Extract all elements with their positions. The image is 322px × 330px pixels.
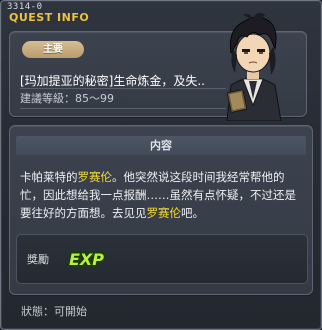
npc-portrait-icon: [226, 12, 282, 121]
description-text: 吧。: [181, 206, 204, 220]
npc-name-highlight: 罗赛伦: [77, 170, 113, 184]
svg-text:EXP: EXP: [69, 250, 104, 269]
npc-name-highlight: 罗赛伦: [146, 206, 182, 220]
level-requirement: 建議等級：85～99: [20, 92, 114, 105]
exp-icon[interactable]: EXP EXP: [67, 243, 107, 273]
description-text: 卡帕莱特的: [20, 170, 78, 184]
window-title: QUEST INFO: [9, 11, 90, 24]
divider: [20, 108, 226, 109]
quest-content-panel: 内容 卡帕莱特的罗赛伦。他突然说这段时间我经常帮他的忙，因此想给我一点报酬……虽…: [9, 125, 313, 295]
quest-name: [玛加提亚的秘密]生命炼金，及失..: [20, 74, 205, 88]
quest-category-badge: 主要: [22, 41, 84, 58]
reward-label: 獎勵: [27, 253, 49, 266]
content-header: 内容: [16, 136, 306, 155]
quest-info-window: 3314-0 QUEST INFO 主要 [玛加提亚的秘密]生命炼金，及失.. …: [0, 0, 322, 330]
quest-status: 狀態：可開始: [21, 305, 87, 318]
reward-box: 獎勵 EXP EXP: [16, 234, 308, 284]
quest-description: 卡帕莱特的罗赛伦。他突然说这段时间我经常帮他的忙，因此想给我一点报酬……虽然有点…: [20, 168, 306, 222]
divider: [20, 88, 226, 89]
